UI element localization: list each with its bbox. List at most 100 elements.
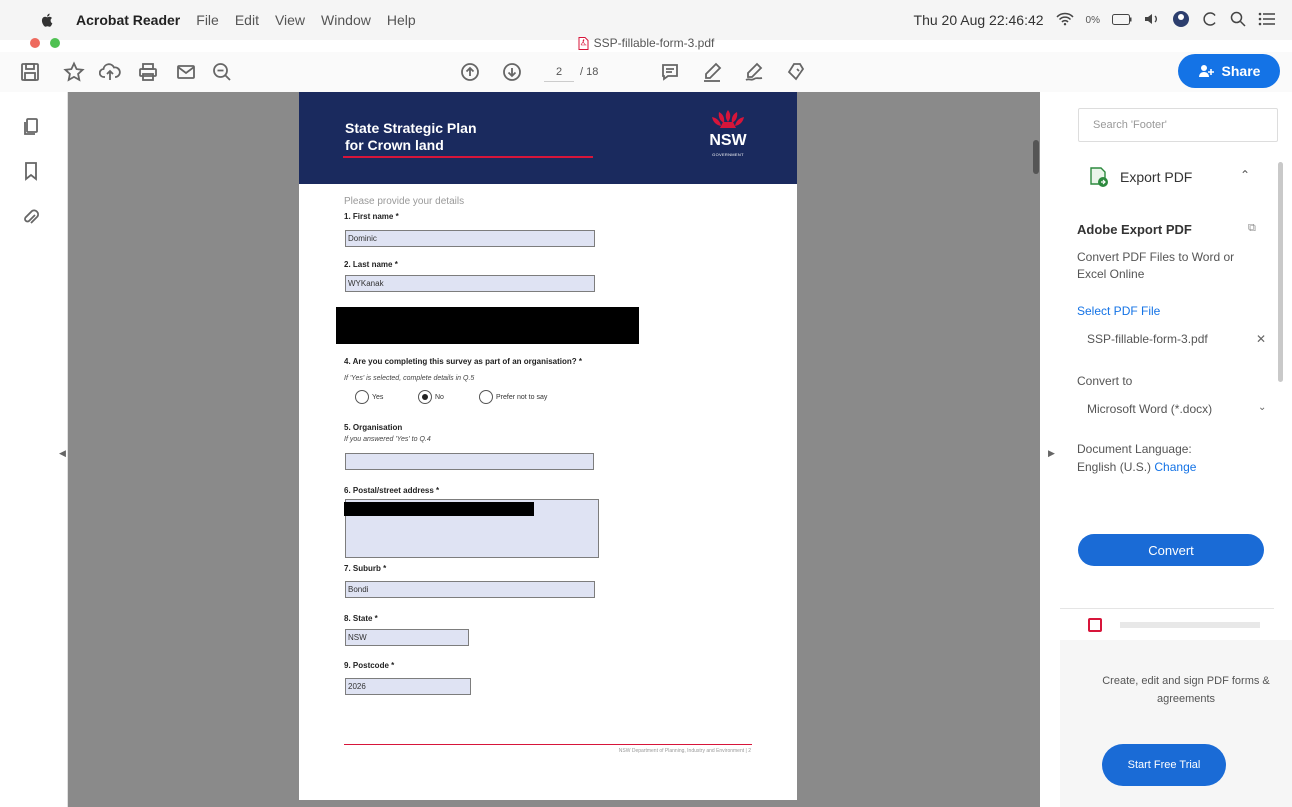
menu-view[interactable]: View [275,12,305,28]
postcode-label: 9. Postcode * [344,661,395,670]
page-up-icon[interactable] [456,58,484,86]
state-field[interactable]: NSW [345,629,469,646]
convert-button[interactable]: Convert [1078,534,1264,566]
radio-yes[interactable]: Yes [355,390,383,404]
copy-icon[interactable]: ⧉ [1248,222,1256,235]
page-footer-text: NSW Department of Planning, Industry and… [618,748,751,754]
suburb-field[interactable]: Bondi [345,581,595,598]
highlight-icon[interactable] [698,58,726,86]
add-user-icon [1198,65,1214,77]
chevron-down-icon[interactable]: ⌄ [1258,402,1266,413]
page-down-icon[interactable] [498,58,526,86]
first-name-field[interactable]: Dominic [345,230,595,247]
battery-icon[interactable] [1112,12,1132,28]
apple-icon[interactable] [40,12,56,28]
radio-yes-circle[interactable] [355,390,369,404]
export-description: Convert PDF Files to Word or Excel Onlin… [1077,250,1235,281]
comment-icon[interactable] [656,58,684,86]
state-label: 8. State * [344,614,378,623]
header-red-rule [343,156,593,158]
radio-no-label: No [435,393,444,401]
page-header-banner: State Strategic Plan for Crown land NSW … [299,92,797,184]
window-title-bar: SSP-fillable-form-3.pdf [0,32,1292,54]
convert-to-select[interactable]: Microsoft Word (*.docx) [1087,402,1212,416]
menu-file[interactable]: File [196,12,219,28]
last-name-field[interactable]: WYKanak [345,275,595,292]
stamp-icon[interactable] [782,58,810,86]
pages-icon[interactable] [18,114,44,140]
suburb-label: 7. Suburb * [344,564,387,573]
battery-percent[interactable]: 0% [1086,15,1100,26]
right-tools-panel: Search 'Footer' Export PDF ⌃ Adobe Expor… [1060,92,1292,807]
mail-icon[interactable] [172,58,200,86]
window-controls [30,38,60,48]
app-name-menu[interactable]: Acrobat Reader [76,12,180,28]
window-title: SSP-fillable-form-3.pdf [578,36,715,50]
collapse-right-panel-icon[interactable]: ▶ [1048,448,1055,459]
radio-selected-dot [422,394,428,400]
chevron-up-icon[interactable]: ⌃ [1240,168,1250,182]
zoom-window-button[interactable] [50,38,60,48]
create-pdf-icon[interactable] [1088,618,1102,632]
radio-prefer-not-label: Prefer not to say [496,393,548,401]
menu-edit[interactable]: Edit [235,12,259,28]
upload-icon[interactable] [96,58,124,86]
first-name-label: 1. First name * [344,212,399,221]
zoom-out-icon[interactable] [208,58,236,86]
radio-prefer-not-circle[interactable] [479,390,493,404]
print-icon[interactable] [134,58,162,86]
wifi-icon[interactable] [1056,12,1074,29]
page-title: State Strategic Plan for Crown land [345,120,565,154]
document-language-value: English (U.S.) [1077,460,1152,474]
promo-text: Create, edit and sign PDF forms & agreem… [1102,675,1270,705]
remove-file-icon[interactable]: ✕ [1256,332,1266,346]
toolbar: 2 / 18 [0,52,1292,92]
document-language-label: Document Language: [1077,442,1192,456]
radio-prefer-not[interactable]: Prefer not to say [479,390,547,404]
selected-file-name: SSP-fillable-form-3.pdf [1087,332,1208,346]
change-language-link[interactable]: Change [1154,460,1196,474]
create-pdf-tool-partial[interactable] [1120,622,1260,628]
select-pdf-file-link[interactable]: Select PDF File [1077,304,1160,318]
adobe-export-pdf-title: Adobe Export PDF [1077,222,1192,237]
list-icon[interactable] [1258,12,1276,29]
user-account-icon[interactable] [1172,10,1190,31]
close-window-button[interactable] [30,38,40,48]
radio-no[interactable]: No [418,390,444,404]
start-free-trial-button[interactable]: Start Free Trial [1102,744,1226,786]
star-icon[interactable] [60,58,88,86]
title-line-1: State Strategic Plan [345,120,477,136]
address-label: 6. Postal/street address * [344,486,440,495]
postcode-field[interactable]: 2026 [345,678,471,695]
pdf-file-icon [578,36,589,50]
document-scrollbar[interactable] [1033,140,1039,174]
window-title-text: SSP-fillable-form-3.pdf [593,36,715,50]
menu-help[interactable]: Help [387,12,416,28]
attachment-icon[interactable] [18,204,44,230]
sign-icon[interactable] [740,58,768,86]
radio-no-circle[interactable] [418,390,432,404]
menu-window[interactable]: Window [321,12,371,28]
save-icon[interactable] [16,58,44,86]
organisation-hint: If you answered 'Yes' to Q.4 [344,436,431,443]
search-icon[interactable] [1230,11,1246,30]
redacted-address [344,502,534,516]
form-intro: Please provide your details [344,196,465,207]
bookmark-icon[interactable] [18,158,44,184]
organisation-field[interactable] [345,453,594,470]
export-pdf-tool-header[interactable]: Export PDF [1088,166,1192,188]
nsw-logo-subtext: GOVERNMENT [712,152,744,157]
nsw-logo-text: NSW [709,132,747,149]
collapse-left-panel-icon[interactable]: ◀ [59,448,66,459]
panel-scrollbar[interactable] [1278,162,1283,382]
share-button[interactable]: Share [1178,54,1280,88]
title-line-2: for Crown land [345,137,444,153]
page-total: / 18 [580,66,599,78]
clock[interactable]: Thu 20 Aug 22:46:42 [914,12,1044,28]
search-footer-input[interactable]: Search 'Footer' [1078,108,1278,142]
creative-cloud-icon[interactable] [1202,11,1218,30]
page-number-input[interactable]: 2 [544,62,574,82]
volume-icon[interactable] [1144,12,1160,29]
redacted-block [336,307,639,344]
organisation-label: 5. Organisation [344,423,403,432]
